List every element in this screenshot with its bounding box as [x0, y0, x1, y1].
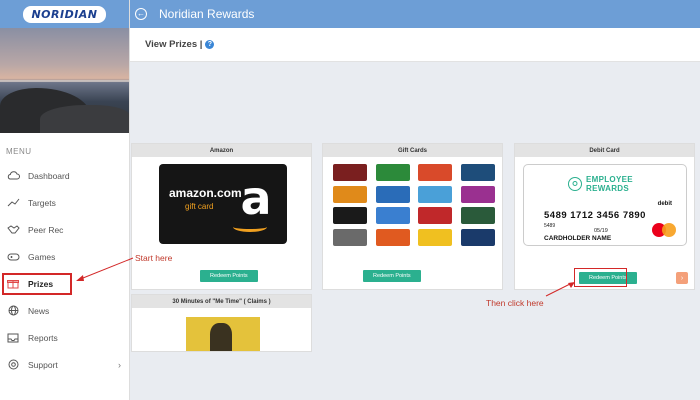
sidebar: NORIDIAN MENU Dashboard Targets Peer Rec… — [0, 0, 130, 400]
prize-card-title: 30 Minutes of "Me Time" ( Claims ) — [132, 295, 311, 308]
redeem-points-button[interactable]: Redeem Points — [363, 270, 421, 282]
sidebar-item-reports[interactable]: Reports — [0, 324, 129, 351]
prize-card-me-time: 30 Minutes of "Me Time" ( Claims ) — [131, 294, 312, 352]
sidebar-item-prizes[interactable]: Prizes — [0, 270, 129, 297]
sidebar-item-label: Targets — [28, 197, 56, 208]
help-circle-icon — [6, 358, 20, 372]
sidebar-item-label: Reports — [28, 332, 58, 343]
prizes-highlight-box — [2, 273, 72, 295]
prize-card-title: Gift Cards — [323, 144, 502, 157]
gift-card-tile — [418, 228, 453, 246]
debit-card-image: EMPLOYEE REWARDS debit 5489 1712 3456 789… — [523, 164, 687, 246]
trend-icon — [6, 196, 20, 210]
gift-card-tile — [418, 185, 453, 203]
help-icon[interactable]: ? — [205, 40, 215, 49]
gift-card-tile — [375, 207, 410, 224]
gift-card-tile — [460, 164, 495, 181]
prize-card-title: Amazon — [132, 144, 311, 157]
gift-card-tile — [333, 185, 367, 203]
gift-card-tile — [375, 228, 410, 246]
annotation-then-click-here: Then click here — [486, 298, 544, 308]
sidebar-item-dashboard[interactable]: Dashboard — [0, 162, 129, 189]
app-title: Noridian Rewards — [159, 7, 255, 21]
sidebar-item-label: Dashboard — [28, 170, 70, 181]
hero-image — [0, 28, 129, 133]
gamepad-icon — [6, 250, 20, 264]
next-arrow-button[interactable]: › — [676, 272, 688, 284]
back-arrow-icon[interactable]: ← — [135, 8, 147, 20]
sidebar-item-label: Support — [28, 359, 58, 370]
gift-card-tile — [418, 164, 453, 181]
chevron-right-icon: › — [118, 359, 121, 370]
ribbon-icon — [568, 177, 582, 191]
logo-bar: NORIDIAN — [0, 0, 129, 28]
globe-icon — [6, 304, 20, 318]
gift-cards-collage-image — [333, 164, 495, 246]
annotation-start-here: Start here — [135, 253, 173, 263]
sidebar-item-label: Games — [28, 251, 56, 262]
sidebar-item-label: News — [28, 305, 50, 316]
handshake-icon — [6, 223, 20, 237]
gift-card-tile — [460, 228, 495, 246]
gift-card-tile — [333, 207, 367, 224]
prize-card-title: Debit Card — [515, 144, 694, 157]
sidebar-item-games[interactable]: Games — [0, 243, 129, 270]
sidebar-item-peer-rec[interactable]: Peer Rec — [0, 216, 129, 243]
redeem-points-button[interactable]: Redeem Points — [200, 270, 258, 282]
gift-card-tile — [333, 164, 367, 181]
prize-card-gift-cards: Gift Cards Redeem Points — [322, 143, 503, 290]
top-header: ← Noridian Rewards — [130, 0, 700, 28]
gift-card-tile — [333, 228, 367, 246]
sidebar-item-label: Peer Rec — [28, 224, 64, 235]
gift-card-tile — [418, 207, 453, 224]
cloud-icon — [6, 169, 20, 183]
gift-card-tile — [375, 164, 410, 181]
mastercard-logo-icon — [652, 223, 676, 237]
noridian-logo[interactable]: NORIDIAN — [23, 5, 106, 23]
inbox-icon — [6, 331, 20, 345]
gift-card-tile — [460, 185, 495, 203]
gift-card-tile — [460, 207, 495, 224]
sidebar-item-targets[interactable]: Targets — [0, 189, 129, 216]
page-title: View Prizes | — [145, 39, 203, 50]
prize-card-amazon: Amazon amazon.com gift card a Redeem Poi… — [131, 143, 312, 290]
sidebar-item-news[interactable]: News — [0, 297, 129, 324]
gift-card-tile — [375, 185, 410, 203]
me-time-image — [186, 317, 260, 351]
sidebar-item-support[interactable]: Support › — [0, 351, 129, 378]
menu-label: MENU — [6, 147, 32, 156]
amazon-gift-card-image: amazon.com gift card a — [159, 164, 287, 244]
debit-redeem-highlight-box — [574, 268, 627, 287]
subheader: View Prizes | ? — [130, 28, 700, 62]
